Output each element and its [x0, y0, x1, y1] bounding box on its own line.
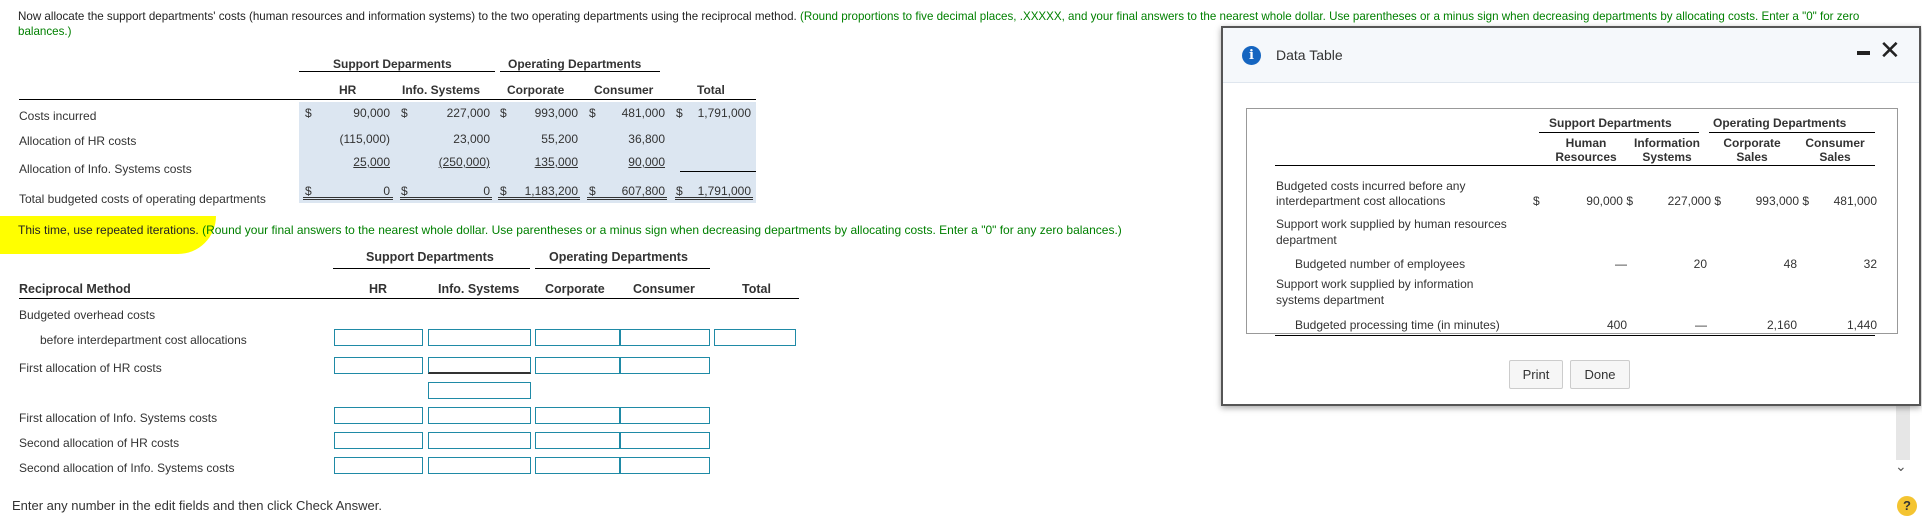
t2-col-consumer: Consumer	[633, 282, 695, 296]
t2-row-label: Second allocation of Info. Systems costs	[19, 461, 235, 475]
input-second-info-corporate[interactable]	[535, 457, 620, 474]
input-first-info-info[interactable]	[428, 407, 531, 424]
help-icon[interactable]: ?	[1897, 496, 1917, 516]
dialog-header: i Data Table ✕	[1223, 28, 1919, 83]
instructions-main: Now allocate the support departments' co…	[18, 10, 797, 23]
t2-row-label: before interdepartment cost allocations	[40, 333, 247, 347]
input-second-info-info[interactable]	[428, 457, 531, 474]
t2-col-corporate: Corporate	[545, 282, 605, 296]
input-second-info-hr[interactable]	[334, 457, 423, 474]
input-before-total[interactable]	[714, 329, 796, 346]
dt-group-operating: Operating Departments	[1713, 116, 1847, 130]
t2-row-label: Budgeted overhead costs	[19, 308, 156, 322]
t1-row-label: Costs incurred	[19, 109, 97, 123]
dt-row-label: Budgeted processing time (in minutes)	[1295, 318, 1500, 332]
input-first-hr-hr[interactable]	[334, 357, 423, 374]
dt-group-support: Support Departments	[1549, 116, 1672, 130]
input-before-info[interactable]	[428, 329, 531, 346]
close-icon[interactable]: ✕	[1879, 35, 1901, 65]
input-before-consumer[interactable]	[620, 329, 710, 346]
input-before-corporate[interactable]	[535, 329, 620, 346]
input-second-hr-consumer[interactable]	[620, 432, 710, 449]
t1-col-info: Info. Systems	[402, 83, 481, 97]
t1-row-label: Total budgeted costs of operating depart…	[19, 192, 266, 206]
t1-row-label: Allocation of Info. Systems costs	[19, 162, 192, 176]
iteration-rounding-text: (Round your final answers to the nearest…	[198, 223, 1122, 237]
input-second-hr-corporate[interactable]	[535, 432, 620, 449]
print-button[interactable]: Print	[1509, 360, 1563, 389]
input-first-info-consumer[interactable]	[620, 407, 710, 424]
t2-row-label: First allocation of Info. Systems costs	[19, 411, 218, 425]
dialog-title: Data Table	[1276, 47, 1343, 63]
t1-col-hr: HR	[339, 83, 357, 97]
dt-row-label: Support work supplied by information syst…	[1276, 277, 1474, 307]
dt-col-consumer: Consumer Sales	[1805, 136, 1865, 164]
input-second-hr-info[interactable]	[428, 432, 531, 449]
data-table-dialog: i Data Table ✕ Support Departments Opera…	[1221, 26, 1921, 406]
dt-row-label: Budgeted number of employees	[1295, 257, 1466, 271]
t2-col-total: Total	[742, 282, 771, 296]
input-first-info-corporate[interactable]	[535, 407, 620, 424]
t2-group-operating: Operating Departments	[549, 250, 688, 264]
dt-col-corporate: Corporate Sales	[1723, 136, 1781, 164]
t1-col-total: Total	[697, 83, 725, 97]
dt-col-hr: Human Resources	[1555, 136, 1617, 164]
input-subtotal-info[interactable]	[428, 382, 531, 399]
info-icon: i	[1242, 46, 1261, 65]
iteration-instructions: This time, use repeated iterations. (Rou…	[18, 223, 1218, 237]
t2-group-support: Support Departments	[366, 250, 494, 264]
minimize-icon[interactable]	[1857, 51, 1870, 55]
input-first-hr-consumer[interactable]	[620, 357, 710, 374]
input-second-info-consumer[interactable]	[620, 457, 710, 474]
input-first-info-hr[interactable]	[334, 407, 423, 424]
t2-row-label: First allocation of HR costs	[19, 361, 162, 375]
t2-col-hr: HR	[369, 282, 388, 296]
t2-title: Reciprocal Method	[19, 282, 131, 296]
dt-row-label: Support work supplied by human resources…	[1276, 217, 1507, 247]
t1-row-label: Allocation of HR costs	[19, 134, 137, 148]
t1-group-operating: Operating Departments	[508, 57, 642, 71]
done-button[interactable]: Done	[1570, 360, 1630, 389]
input-first-hr-corporate[interactable]	[535, 357, 620, 374]
t1-group-support: Support Deparments	[333, 57, 452, 71]
footer-hint: Enter any number in the edit fields and …	[12, 498, 382, 513]
input-before-hr[interactable]	[334, 329, 423, 346]
dt-col-info: Information Systems	[1634, 136, 1700, 164]
t1-col-corporate: Corporate	[507, 83, 565, 97]
t2-col-info: Info. Systems	[438, 282, 520, 296]
t1-col-consumer: Consumer	[594, 83, 654, 97]
dt-row-label: Budgeted costs incurred before any interd…	[1276, 179, 1466, 208]
data-table: Support Departments Operating Department…	[1246, 108, 1898, 336]
input-second-hr-hr[interactable]	[334, 432, 423, 449]
input-first-hr-info[interactable]	[428, 357, 531, 374]
iteration-highlight-text: This time, use repeated iterations.	[18, 223, 199, 237]
t2-row-label: Second allocation of HR costs	[19, 436, 180, 450]
scroll-down-chevron-icon[interactable]: ⌄	[1895, 458, 1907, 475]
